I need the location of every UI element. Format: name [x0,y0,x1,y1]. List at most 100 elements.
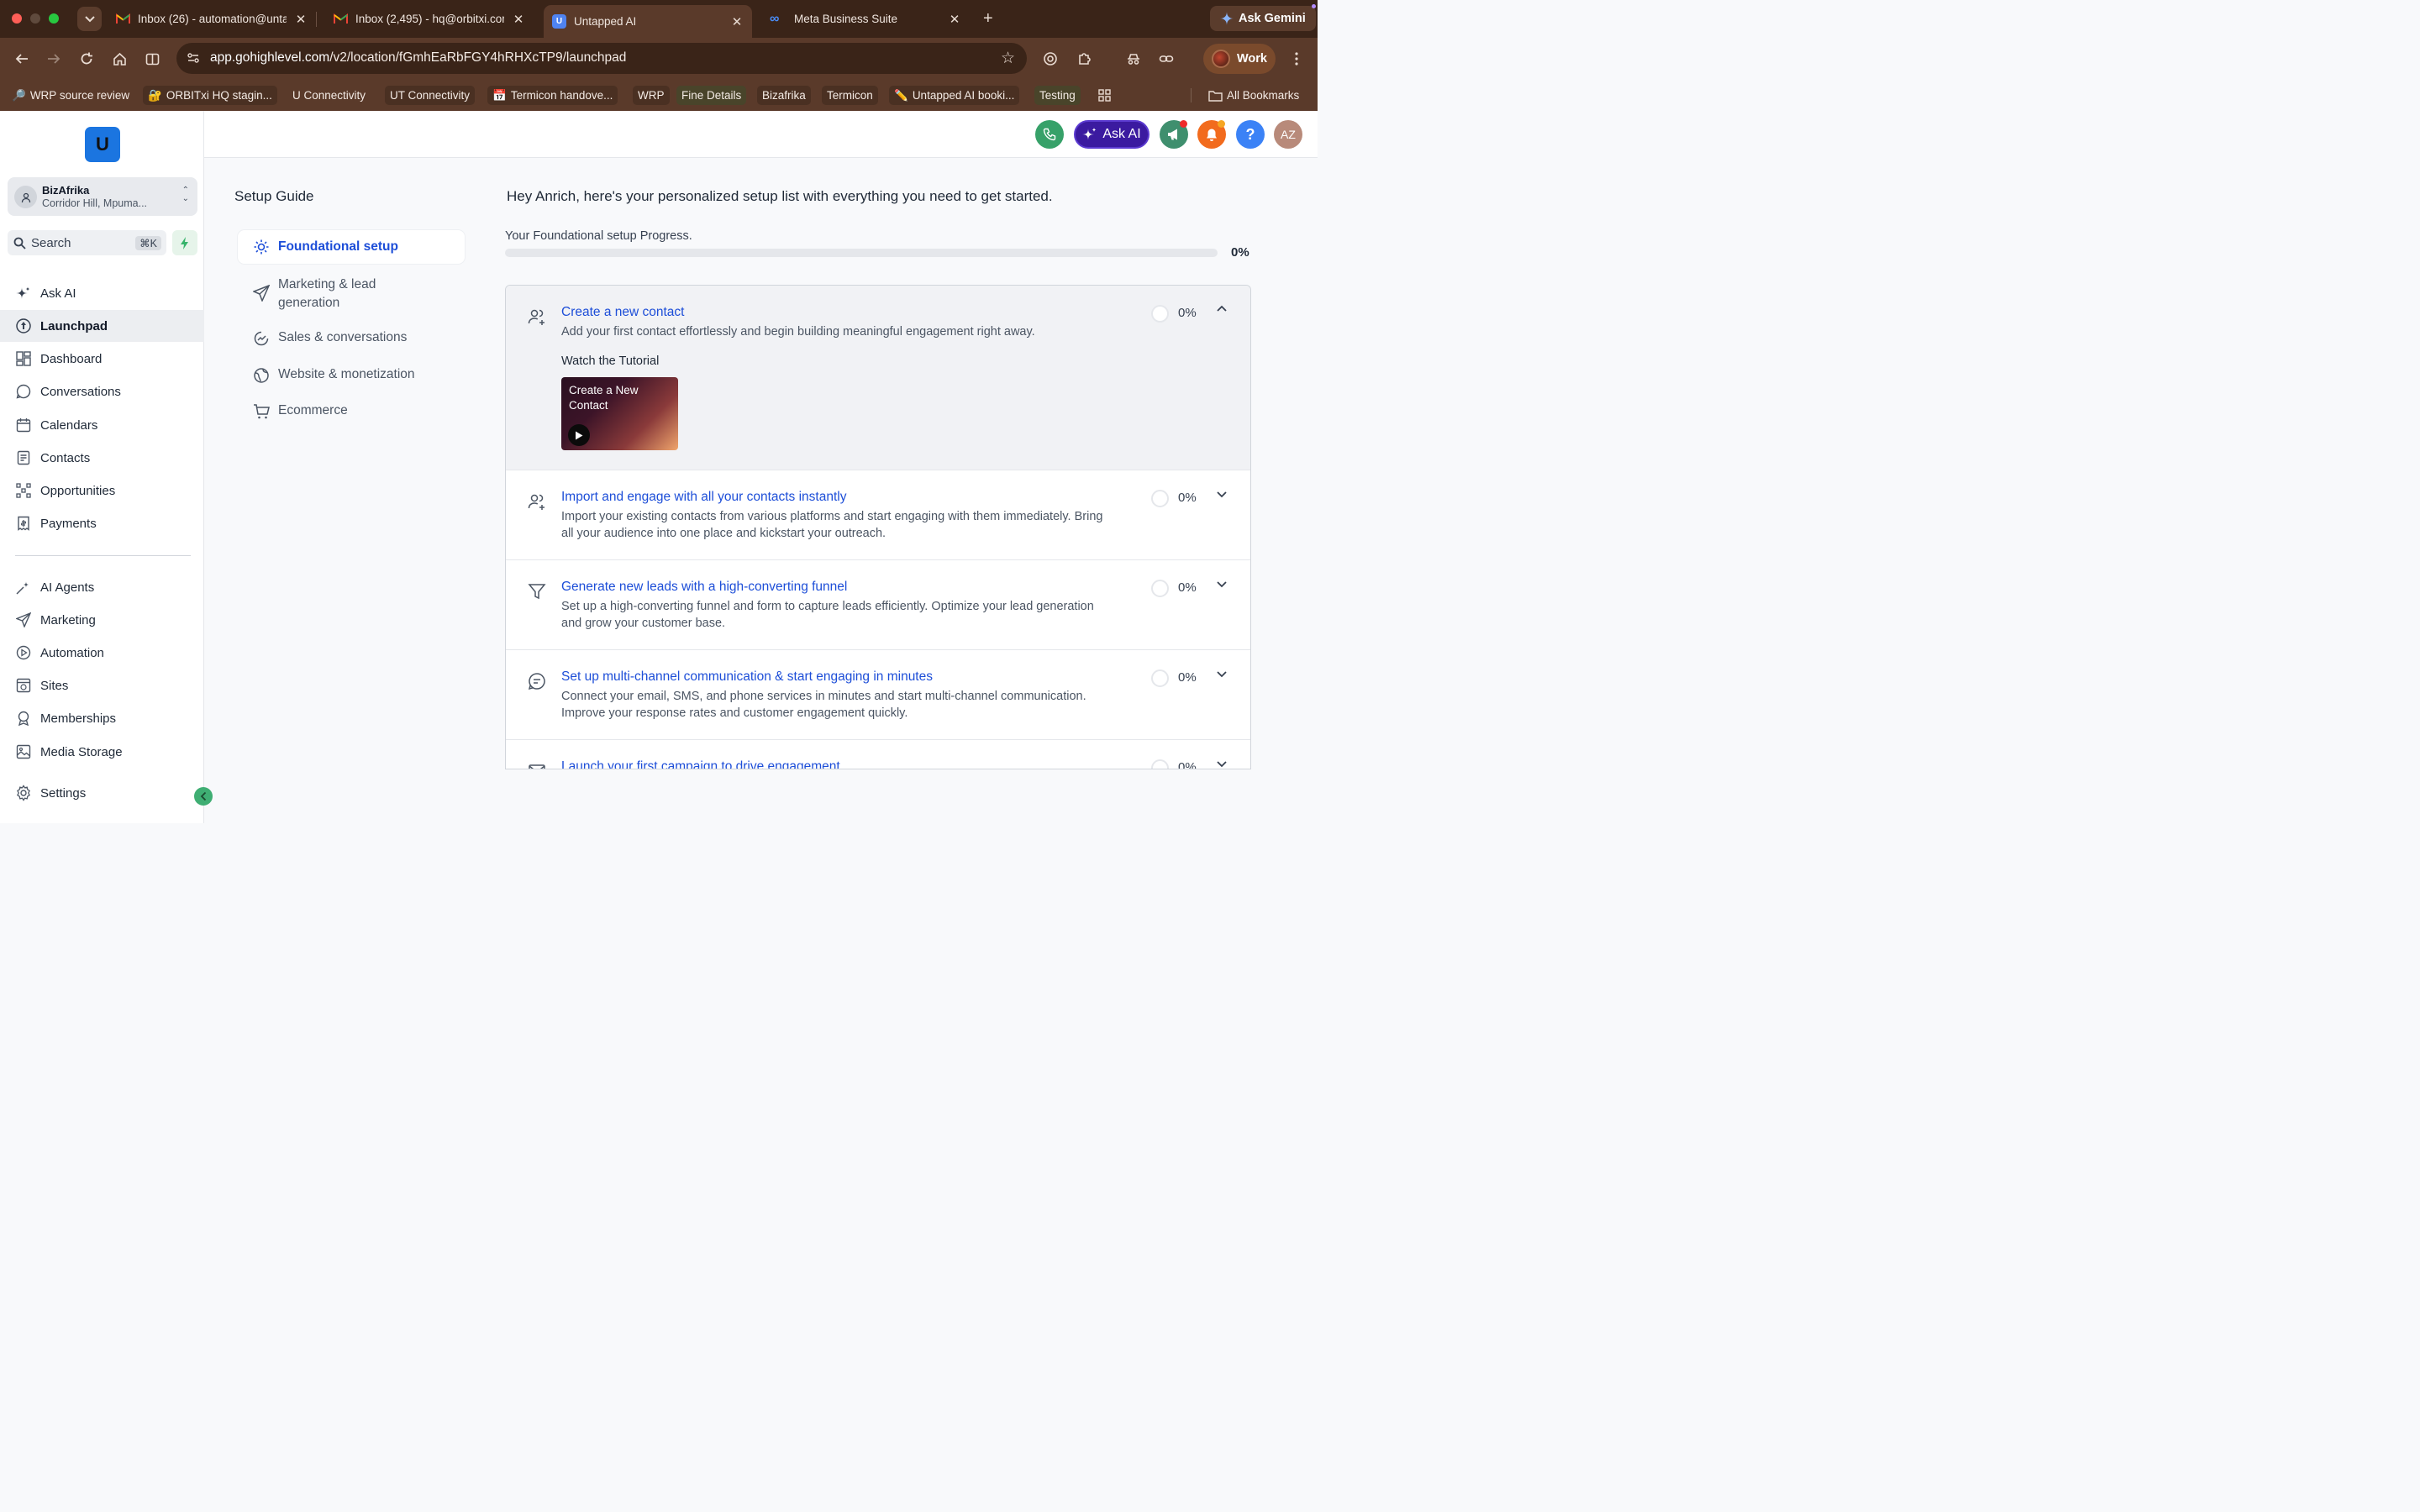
setup-guide-item-marketing[interactable]: Marketing & lead generation [238,276,465,312]
chevron-down-icon[interactable] [1216,668,1228,680]
sidebar-item-payments[interactable]: Payments [0,507,204,539]
sidebar-item-memberships[interactable]: Memberships [0,702,204,734]
announcements-button[interactable] [1160,120,1188,149]
browser-tab-gmail-automation[interactable]: Inbox (26) - automation@untapped ✕ [108,5,317,33]
user-avatar[interactable]: AZ [1274,120,1302,149]
task-generate-leads[interactable]: Generate new leads with a high-convertin… [506,560,1250,650]
task-title[interactable]: Set up multi-channel communication & sta… [561,669,933,685]
setup-guide-item-foundational[interactable]: Foundational setup [238,230,465,264]
bookmark-item[interactable]: 📅 Termicon handove... [487,86,618,105]
bookmark-item[interactable]: U Connectivity [287,86,371,105]
close-icon[interactable]: ✕ [294,12,308,27]
profile-button[interactable]: Work [1203,44,1276,74]
setup-guide-item-sales[interactable]: Sales & conversations [238,330,465,347]
ask-gemini-button[interactable]: Ask Gemini [1210,6,1316,31]
sidebar-item-label: Settings [40,785,87,801]
tab-search-button[interactable] [77,7,102,31]
bookmark-item[interactable]: WRP [633,86,670,105]
task-title[interactable]: Generate new leads with a high-convertin… [561,580,847,595]
sidebar-item-settings[interactable]: Settings [0,777,204,809]
play-icon[interactable] [568,424,590,446]
bookmark-item[interactable]: Testing [1034,86,1081,105]
close-icon[interactable]: ✕ [512,12,525,27]
browser-tab-untapped[interactable]: U Untapped AI ✕ [544,5,752,38]
incognito-button[interactable] [1123,49,1144,69]
folder-icon [1208,90,1223,102]
sidebar-item-marketing[interactable]: Marketing [0,604,204,636]
chevron-down-icon[interactable] [1216,578,1228,590]
close-icon[interactable]: ✕ [730,14,744,29]
task-progress-ring [1151,305,1169,323]
home-button[interactable] [109,49,129,69]
sidebar-item-automation[interactable]: Automation [0,637,204,669]
browser-tab-gmail-hq[interactable]: Inbox (2,495) - hq@orbitxi.com ✕ [325,5,534,33]
setup-guide-item-website[interactable]: Website & monetization [238,367,465,384]
window-close-button[interactable] [12,13,22,24]
collapse-sidebar-button[interactable] [194,787,213,806]
chevron-down-icon[interactable] [1216,488,1228,500]
browser-menu-button[interactable] [1286,49,1307,69]
notifications-button[interactable] [1197,120,1226,149]
tab-groups-button[interactable] [1093,86,1116,105]
sidebar-item-contacts[interactable]: Contacts [0,442,204,474]
sidebar-item-calendars[interactable]: Calendars [0,409,204,441]
reload-button[interactable] [76,49,97,69]
bookmark-item[interactable]: 🔐 ORBITxi HQ stagin... [143,86,277,105]
location-switcher[interactable]: BizAfrika Corridor Hill, Mpuma... ⌃ ⌄ [8,177,197,216]
sidebar-item-dashboard[interactable]: Dashboard [0,343,204,375]
close-icon[interactable]: ✕ [948,12,961,27]
browser-tab-meta[interactable]: ∞ Meta Business Suite ✕ [761,5,970,33]
task-create-contact[interactable]: Create a new contact Add your first cont… [506,286,1250,470]
users-plus-icon [528,492,546,511]
chevron-down-icon[interactable] [1216,758,1228,769]
bookmark-item[interactable]: UT Connectivity [385,86,476,105]
sidebar-item-label: Opportunities [40,483,116,498]
bookmark-item[interactable]: Termicon [822,86,878,105]
task-title[interactable]: Create a new contact [561,305,684,320]
bookmark-item[interactable]: Fine Details [676,86,747,105]
task-multichannel[interactable]: Set up multi-channel communication & sta… [506,650,1250,740]
address-bar[interactable]: app.gohighlevel.com/v2/location/fGmhEaRb… [176,43,1027,74]
ask-ai-button[interactable]: Ask AI [1074,120,1150,149]
chevron-up-icon[interactable] [1216,303,1228,315]
sidebar-item-media-storage[interactable]: Media Storage [0,736,204,768]
sidebar-item-label: Media Storage [40,744,123,759]
task-description: Import your existing contacts from vario… [561,510,1103,540]
sidebar-item-conversations[interactable]: Conversations [0,375,204,407]
company-logo[interactable]: U [85,127,120,162]
task-title[interactable]: Import and engage with all your contacts… [561,490,846,505]
split-view-button[interactable] [142,49,162,69]
ask-gemini-label: Ask Gemini [1239,12,1306,25]
window-minimize-button[interactable] [30,13,40,24]
tutorial-video-thumbnail[interactable]: Create a New Contact [561,377,678,450]
setup-guide-item-ecommerce[interactable]: Ecommerce [238,403,465,420]
link-extension-button[interactable] [1156,49,1176,69]
phone-button[interactable] [1035,120,1064,149]
bookmark-item[interactable]: Bizafrika [757,86,811,105]
task-import-contacts[interactable]: Import and engage with all your contacts… [506,470,1250,560]
search-button[interactable]: Search ⌘K [8,230,166,255]
back-button[interactable] [12,49,32,69]
sidebar-item-sites[interactable]: Sites [0,669,204,701]
sidebar-item-ai-agents[interactable]: AI Agents [0,571,204,603]
bookmark-star-icon[interactable]: ☆ [1001,49,1015,68]
bookmark-item[interactable]: 🔎 WRP source review [7,86,134,105]
forward-button[interactable] [44,49,64,69]
chatgpt-extension-button[interactable] [1040,49,1060,69]
help-button[interactable]: ? [1236,120,1265,149]
all-bookmarks-button[interactable]: All Bookmarks [1203,86,1304,105]
profile-label: Work [1237,52,1267,66]
task-title[interactable]: Launch your first campaign to drive enga… [561,759,840,769]
help-icon: ? [1245,125,1255,143]
new-tab-button[interactable]: + [983,10,993,27]
window-zoom-button[interactable] [49,13,59,24]
sidebar-item-ask-ai[interactable]: Ask AI [0,277,204,309]
bookmark-item[interactable]: ✏️ Untapped AI booki... [889,86,1020,105]
sidebar-item-launchpad[interactable]: Launchpad [0,310,204,342]
task-first-campaign[interactable]: Launch your first campaign to drive enga… [506,740,1250,769]
site-settings-icon[interactable] [187,51,200,65]
quick-actions-button[interactable] [172,230,197,255]
more-vertical-icon [1295,52,1298,66]
extensions-button[interactable] [1075,49,1095,69]
sidebar-item-opportunities[interactable]: Opportunities [0,475,204,507]
